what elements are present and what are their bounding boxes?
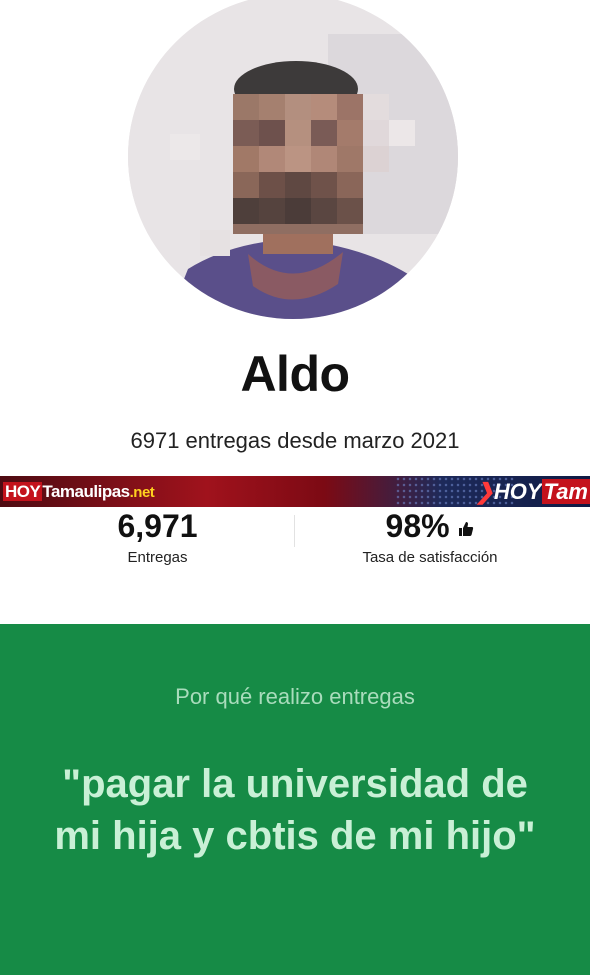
watermark-left-name: Tamaulipas <box>42 482 130 501</box>
watermark-banner: HOY Tamaulipas.net ❯HOYTam <box>0 476 590 507</box>
watermark-right-hoy: HOY <box>493 479 542 504</box>
deliveries-label: Entregas <box>127 549 188 566</box>
thumbs-up-icon <box>459 522 474 536</box>
watermark-left-suffix: .net <box>129 484 155 501</box>
profile-name: Aldo <box>240 346 350 402</box>
deliveries-since-text: 6971 entregas desde marzo 2021 <box>130 428 460 453</box>
reason-quote: "pagar la universidad de mi hija y cbtis… <box>54 762 536 858</box>
profile-avatar <box>128 0 458 319</box>
stats-divider <box>294 515 295 547</box>
deliveries-value: 6,971 <box>117 508 198 544</box>
watermark-left-logo: HOY Tamaulipas.net <box>3 482 155 502</box>
satisfaction-label: Tasa de satisfacción <box>362 549 498 566</box>
avatar-photo <box>128 0 458 319</box>
satisfaction-stat: 98% Tasa de satisfacción <box>340 508 520 566</box>
watermark-right-logo: ❯HOYTam <box>475 479 590 505</box>
satisfaction-value: 98% <box>385 508 450 544</box>
reason-card: Por qué realizo entregas "pagar la unive… <box>0 624 590 975</box>
reason-heading: Por qué realizo entregas <box>175 684 415 709</box>
watermark-right-tam: Tam <box>541 479 590 504</box>
watermark-left-hoy: HOY <box>3 482 43 501</box>
watermark-right-mark: ❯ <box>475 479 494 504</box>
deliveries-stat: 6,971 Entregas <box>80 508 235 566</box>
satisfaction-value-row: 98% <box>340 508 520 545</box>
